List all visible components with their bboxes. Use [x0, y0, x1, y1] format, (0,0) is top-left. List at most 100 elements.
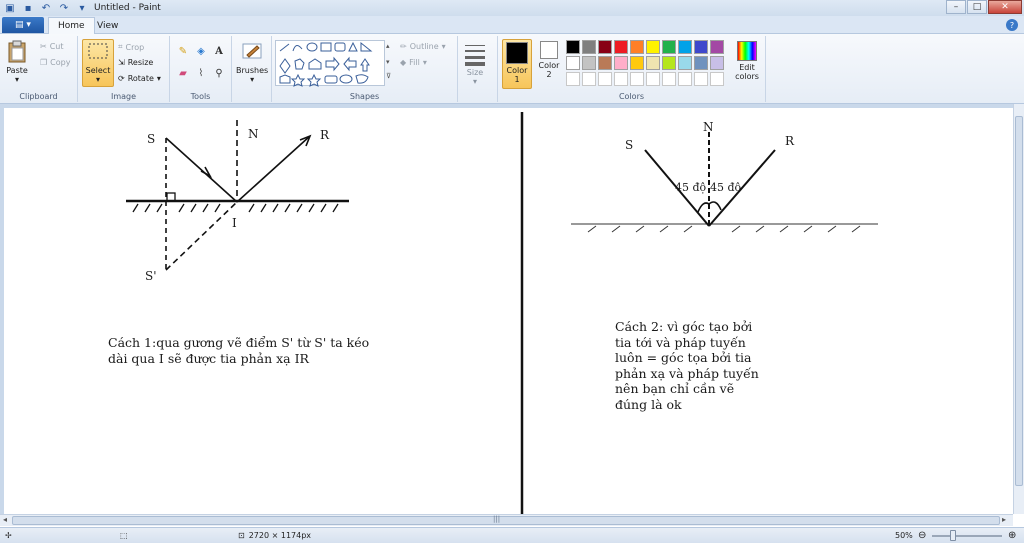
diagram2-mirror — [571, 223, 878, 233]
magnifier-icon[interactable]: ⚲ — [212, 66, 226, 80]
palette-color-swatch[interactable] — [646, 40, 660, 54]
zoom-out-button[interactable]: ⊖ — [918, 530, 926, 541]
fill-chevron-icon: ▾ — [422, 58, 427, 67]
palette-color-swatch[interactable] — [598, 40, 612, 54]
palette-color-swatch[interactable] — [710, 40, 724, 54]
zoom-slider-track[interactable] — [932, 535, 1002, 537]
horizontal-scrollbar[interactable]: ◂ ||| ▸ — [0, 514, 1013, 526]
clipboard-group-label: Clipboard — [19, 92, 58, 101]
palette-color-swatch[interactable] — [614, 56, 628, 70]
palette-color-swatch[interactable] — [614, 40, 628, 54]
palette-color-swatch[interactable] — [694, 56, 708, 70]
window-title: Untitled - Paint — [94, 3, 161, 13]
rotate-chevron-icon: ▾ — [156, 74, 161, 83]
s-prime-i-line — [165, 201, 238, 271]
tab-view[interactable]: View — [88, 17, 127, 34]
maximize-button[interactable]: □ — [967, 0, 987, 14]
cut-button[interactable]: ✂ Cut — [40, 42, 64, 51]
reflected-ray-ir — [236, 135, 311, 203]
palette-color-swatch[interactable] — [630, 40, 644, 54]
palette-custom-swatch[interactable] — [662, 72, 676, 86]
vertical-scrollbar[interactable] — [1013, 104, 1024, 514]
shapes-scroll-up-icon[interactable]: ▴ — [386, 42, 390, 50]
eraser-icon[interactable]: ▰ — [176, 66, 190, 80]
palette-custom-swatch[interactable] — [582, 72, 596, 86]
outline-icon: ✏ — [400, 42, 407, 51]
palette-color-swatch[interactable] — [662, 40, 676, 54]
palette-color-swatch[interactable] — [678, 40, 692, 54]
palette-color-swatch[interactable] — [662, 56, 676, 70]
pencil-icon[interactable]: ✎ — [176, 44, 190, 58]
shapes-scroll-down-icon[interactable]: ▾ — [386, 58, 390, 66]
fill-button[interactable]: ◆ Fill ▾ — [400, 58, 427, 67]
palette-custom-swatch[interactable] — [566, 72, 580, 86]
palette-custom-swatch[interactable] — [678, 72, 692, 86]
image-size-indicator: ⊡ 2720 × 1174px — [238, 531, 312, 540]
edit-colors-button[interactable]: Edit colors — [732, 41, 762, 81]
customize-chevron-icon[interactable]: ▾ — [76, 2, 88, 14]
title-bar: ▣ ▪ ↶ ↷ ▾ Untitled - Paint – □ ✕ — [0, 0, 1024, 16]
crop-button[interactable]: ⌗ Crop — [118, 42, 144, 52]
text-tool-icon[interactable]: A — [212, 44, 226, 58]
scissors-icon: ✂ — [40, 42, 47, 51]
paste-button[interactable]: Paste ▾ — [6, 40, 28, 84]
color1-swatch — [506, 42, 528, 64]
horizontal-scroll-thumb[interactable] — [12, 516, 1000, 525]
shapes-gallery[interactable] — [275, 40, 385, 87]
palette-color-swatch[interactable] — [630, 56, 644, 70]
save-icon[interactable]: ▪ — [22, 2, 34, 14]
scroll-left-icon[interactable]: ◂ — [3, 515, 7, 524]
palette-custom-swatch[interactable] — [614, 72, 628, 86]
resize-button[interactable]: ⇲ Resize — [118, 58, 153, 67]
undo-icon[interactable]: ↶ — [40, 2, 52, 14]
diagram1-label-i: I — [232, 216, 237, 230]
shapes-expand-icon[interactable]: ⊽ — [386, 72, 391, 80]
size-button[interactable]: Size ▾ — [464, 42, 486, 86]
fill-bucket-icon[interactable]: ◈ — [194, 44, 208, 58]
file-menu-button[interactable]: ▤ ▾ — [2, 17, 44, 33]
diagram1-label-s: S — [147, 132, 156, 146]
palette-custom-swatch[interactable] — [598, 72, 612, 86]
paste-chevron-icon: ▾ — [14, 75, 19, 84]
paint-app-icon[interactable]: ▣ — [4, 2, 16, 14]
palette-custom-swatch[interactable] — [630, 72, 644, 86]
zoom-level: 50% — [895, 531, 913, 540]
palette-custom-swatch[interactable] — [694, 72, 708, 86]
color1-button[interactable]: Color 1 — [502, 39, 532, 89]
incident-ray-si — [165, 137, 238, 203]
select-button[interactable]: Select ▾ — [82, 39, 114, 87]
outline-button[interactable]: ✏ Outline ▾ — [400, 42, 446, 51]
copy-icon: ❐ — [40, 58, 48, 67]
palette-color-swatch[interactable] — [646, 56, 660, 70]
help-icon[interactable]: ? — [1006, 19, 1018, 31]
diagram2-rays — [644, 132, 776, 227]
minimize-button[interactable]: – — [946, 0, 966, 14]
scroll-grip-icon: ||| — [493, 515, 501, 523]
color2-button[interactable]: Color 2 — [536, 41, 562, 79]
palette-color-swatch[interactable] — [678, 56, 692, 70]
rotate-button[interactable]: ⟳ Rotate ▾ — [118, 74, 161, 83]
palette-custom-swatch[interactable] — [710, 72, 724, 86]
diagram2-angle-left: 45 độ — [675, 181, 707, 194]
palette-color-swatch[interactable] — [566, 40, 580, 54]
palette-color-swatch[interactable] — [582, 56, 596, 70]
close-button[interactable]: ✕ — [988, 0, 1022, 14]
vertical-scroll-thumb[interactable] — [1015, 116, 1023, 486]
cursor-position-icon: ✢ — [5, 531, 12, 540]
palette-color-swatch[interactable] — [582, 40, 596, 54]
color-picker-icon[interactable]: ⌇ — [194, 66, 208, 80]
palette-color-swatch[interactable] — [598, 56, 612, 70]
redo-icon[interactable]: ↷ — [58, 2, 70, 14]
palette-color-swatch[interactable] — [710, 56, 724, 70]
size-chevron-icon: ▾ — [472, 77, 477, 86]
brushes-button[interactable]: Brushes ▾ — [236, 40, 268, 84]
palette-color-swatch[interactable] — [694, 40, 708, 54]
palette-color-swatch[interactable] — [566, 56, 580, 70]
zoom-in-button[interactable]: ⊕ — [1008, 530, 1016, 541]
copy-button[interactable]: ❐ Copy — [40, 58, 70, 67]
scroll-right-icon[interactable]: ▸ — [1002, 515, 1006, 524]
zoom-slider-thumb[interactable] — [950, 530, 956, 541]
drawing-canvas[interactable]: S N R I S' S N R 45 độ 45 độ Cách 1:qua … — [4, 108, 1013, 514]
palette-custom-swatch[interactable] — [646, 72, 660, 86]
diagram2-label-n: N — [703, 120, 714, 134]
